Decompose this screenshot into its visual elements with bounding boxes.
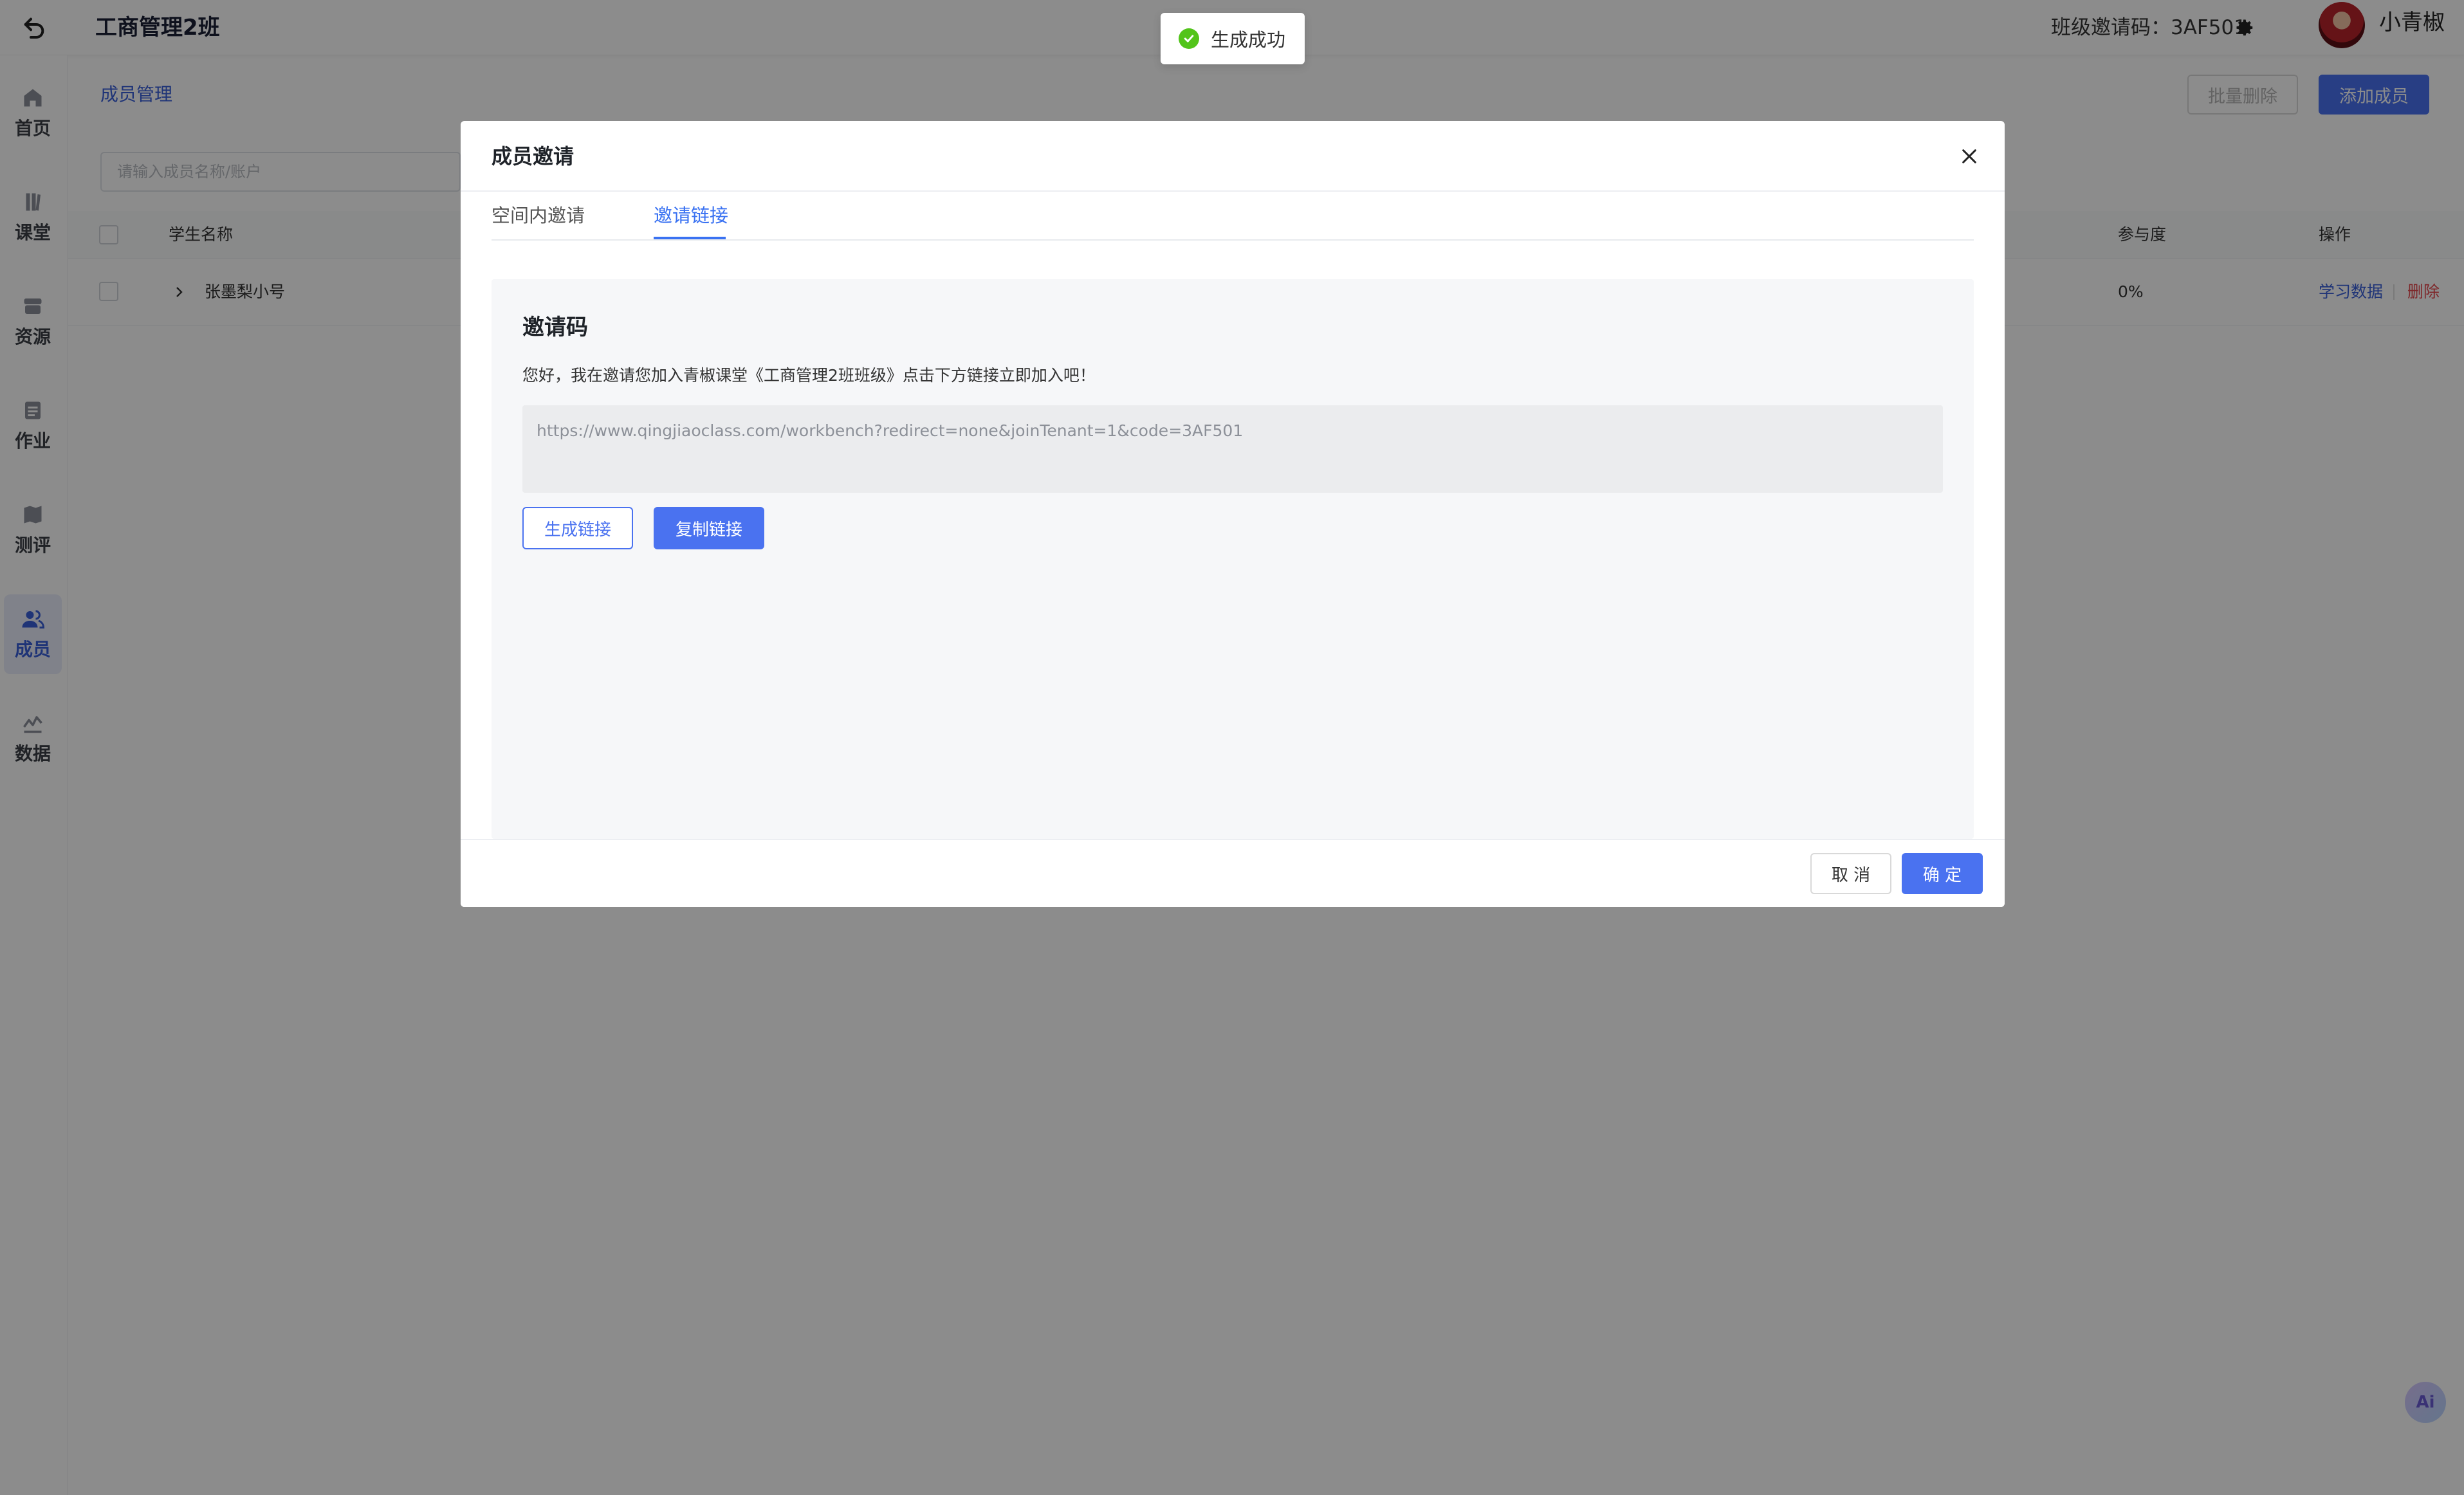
tab-invite-link[interactable]: 邀请链接 [654,199,728,232]
success-toast: 生成成功 [1161,13,1305,64]
active-tab-indicator [654,237,726,239]
dialog-header: 成员邀请 [461,121,2005,192]
close-icon [1962,149,1976,163]
invite-tabs: 空间内邀请 邀请链接 [492,192,1974,241]
member-invite-dialog: 成员邀请 空间内邀请 邀请链接 邀请码 您好，我在邀请您加入青椒课堂《工商管理2… [461,121,2005,907]
tab-in-space-invite[interactable]: 空间内邀请 [492,199,585,232]
close-button[interactable] [1952,139,1987,174]
check-circle-icon [1179,28,1199,49]
cancel-button[interactable]: 取 消 [1810,853,1891,894]
dialog-title: 成员邀请 [492,144,575,169]
confirm-button[interactable]: 确 定 [1902,853,1983,894]
dialog-footer: 取 消 确 定 [461,839,2005,907]
generate-link-button[interactable]: 生成链接 [522,507,633,549]
invite-description: 您好，我在邀请您加入青椒课堂《工商管理2班班级》点击下方链接立即加入吧！ [522,366,1096,385]
invite-link-box[interactable]: https://www.qingjiaoclass.com/workbench?… [522,405,1943,493]
toast-message: 生成成功 [1211,29,1286,51]
section-title: 邀请码 [522,315,588,340]
invite-link-text: https://www.qingjiaoclass.com/workbench?… [537,421,1244,440]
copy-link-button[interactable]: 复制链接 [654,507,764,549]
invite-link-panel: 邀请码 您好，我在邀请您加入青椒课堂《工商管理2班班级》点击下方链接立即加入吧！… [492,279,1974,839]
